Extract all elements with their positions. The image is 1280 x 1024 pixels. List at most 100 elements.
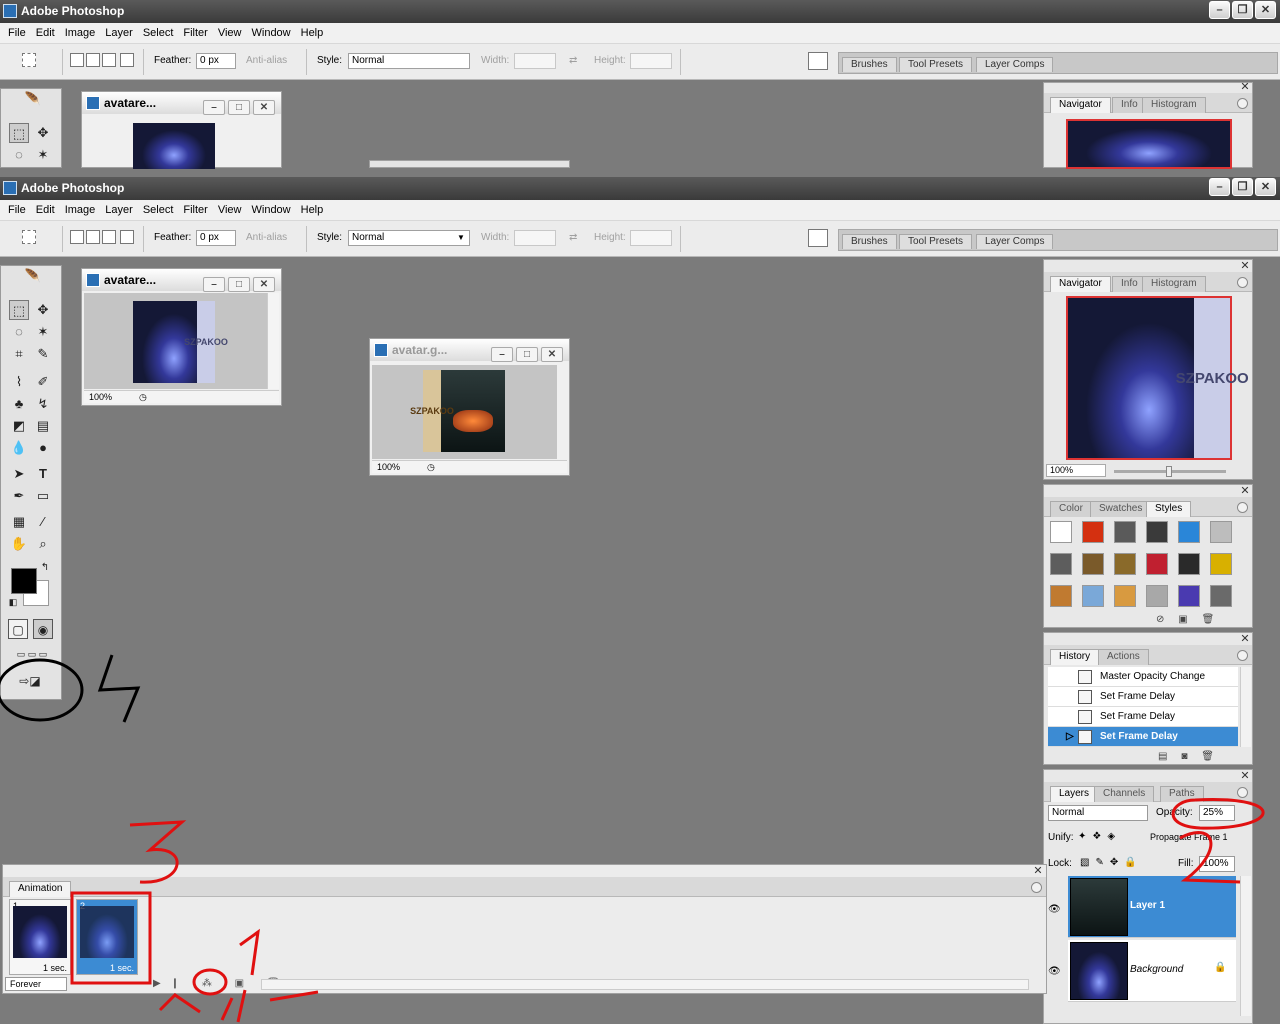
- path-select-icon[interactable]: ➤: [9, 464, 29, 484]
- quickmask-mode-icon[interactable]: ◉: [33, 619, 53, 639]
- shape-tool-icon[interactable]: ▭: [33, 486, 53, 506]
- menu-file[interactable]: File: [8, 23, 26, 44]
- feather-input[interactable]: 0 px: [196, 53, 236, 69]
- style-preset-swatch[interactable]: [1082, 585, 1104, 607]
- move-tool-icon[interactable]: ✥: [33, 300, 53, 320]
- style-preset-swatch[interactable]: [1178, 521, 1200, 543]
- antialias-checkbox[interactable]: Anti-alias: [246, 55, 287, 66]
- well-tab-tool-presets[interactable]: Tool Presets: [899, 234, 973, 249]
- style-preset-swatch[interactable]: [1050, 521, 1072, 543]
- magic-wand-icon[interactable]: ✶: [33, 322, 53, 342]
- menu-help[interactable]: Help: [301, 23, 324, 44]
- panel-menu-icon[interactable]: [1237, 277, 1248, 288]
- crop-tool-icon[interactable]: ⌗: [9, 344, 29, 364]
- animation-frame[interactable]: 1 1 sec.: [9, 899, 71, 975]
- history-brush-icon[interactable]: ↯: [33, 394, 53, 414]
- height-input[interactable]: [630, 53, 672, 69]
- style-preset-swatch[interactable]: [1178, 585, 1200, 607]
- doc1-vertical-scrollbar[interactable]: [267, 293, 279, 389]
- doc1-zoom[interactable]: 100%: [89, 392, 112, 402]
- panel-close-icon[interactable]: ✕: [1033, 866, 1043, 877]
- well-tab-brushes[interactable]: Brushes: [842, 234, 897, 249]
- layer-name[interactable]: Layer 1: [1130, 900, 1165, 911]
- panel-close-icon[interactable]: ✕: [1240, 486, 1250, 497]
- doc2-maximize-button[interactable]: □: [516, 347, 538, 362]
- menu-layer[interactable]: Layer: [105, 200, 133, 221]
- marquee-preset-icon[interactable]: [22, 230, 36, 244]
- doc1-minimize-button[interactable]: –: [203, 277, 225, 292]
- gradient-tool-icon[interactable]: ▤: [33, 416, 53, 436]
- tab-animation[interactable]: Animation: [9, 881, 72, 897]
- zoom-slider-handle[interactable]: [1166, 466, 1172, 477]
- dodge-tool-icon[interactable]: ●: [33, 438, 53, 458]
- minimize-button[interactable]: –: [1209, 1, 1230, 19]
- panel-menu-icon[interactable]: [1031, 882, 1042, 893]
- eye-icon[interactable]: 👁: [1048, 904, 1061, 915]
- doc1-close-button[interactable]: ✕: [253, 277, 275, 292]
- document-window-2[interactable]: avatar.g... – □ ✕ SZPAKOO 100% ◷: [369, 338, 570, 476]
- history-item[interactable]: Master Opacity Change: [1048, 667, 1238, 687]
- default-colors-icon[interactable]: ◧: [7, 596, 19, 608]
- height-input[interactable]: [630, 230, 672, 246]
- doc2-canvas[interactable]: SZPAKOO: [372, 365, 557, 459]
- hand-tool-icon[interactable]: ✋: [9, 534, 29, 554]
- menu-image[interactable]: Image: [65, 23, 96, 44]
- menu-window[interactable]: Window: [252, 200, 291, 221]
- style-preset-swatch[interactable]: [1210, 521, 1232, 543]
- navigator-zoom[interactable]: 100%: [1046, 464, 1106, 477]
- magic-wand-icon[interactable]: ✶: [33, 145, 53, 165]
- pen-tool-icon[interactable]: ✒: [9, 486, 29, 506]
- width-input[interactable]: [514, 230, 556, 246]
- style-preset-swatch[interactable]: [1146, 585, 1168, 607]
- marquee-tool-icon[interactable]: ⬚: [9, 123, 29, 143]
- restore-button[interactable]: ❐: [1232, 1, 1253, 19]
- lock-icons[interactable]: ▧✎✥🔒: [1080, 857, 1143, 868]
- bg-doc-window[interactable]: avatare... – □ ✕: [81, 91, 282, 169]
- history-scrollbar[interactable]: [1240, 667, 1251, 747]
- minimize-button[interactable]: –: [1209, 178, 1230, 196]
- chevron-down-icon[interactable]: ▼: [457, 233, 465, 242]
- menu-filter[interactable]: Filter: [183, 23, 207, 44]
- panel-menu-icon[interactable]: [1237, 502, 1248, 513]
- blur-tool-icon[interactable]: 💧: [9, 438, 29, 458]
- panel-menu-icon[interactable]: [1237, 98, 1248, 109]
- history-item[interactable]: Set Frame Delay: [1048, 687, 1238, 707]
- menu-select[interactable]: Select: [143, 200, 174, 221]
- antialias-checkbox[interactable]: Anti-alias: [246, 232, 287, 243]
- width-input[interactable]: [514, 53, 556, 69]
- history-item[interactable]: Set Frame Delay: [1048, 707, 1238, 727]
- frame-delay[interactable]: 1 sec.: [43, 963, 67, 973]
- bg-tab-navigator[interactable]: Navigator: [1050, 97, 1111, 113]
- standard-mode-icon[interactable]: ▢: [8, 619, 28, 639]
- doc1-maximize-button[interactable]: □: [228, 277, 250, 292]
- menu-edit[interactable]: Edit: [36, 23, 55, 44]
- eyedropper-icon[interactable]: ⁄: [33, 512, 53, 532]
- panel-close-icon[interactable]: ✕: [1240, 82, 1250, 93]
- fill-input[interactable]: 100%: [1199, 856, 1235, 872]
- swap-icon[interactable]: ⇄: [569, 55, 577, 66]
- layer-name[interactable]: Background: [1130, 964, 1183, 975]
- menu-view[interactable]: View: [218, 200, 242, 221]
- blend-mode-select[interactable]: Normal: [1048, 805, 1148, 821]
- unify-icons[interactable]: ✦❖◈: [1078, 831, 1121, 842]
- history-item-current[interactable]: ▷ Set Frame Delay: [1048, 727, 1238, 747]
- menu-help[interactable]: Help: [301, 200, 324, 221]
- new-selection-icon[interactable]: [70, 53, 84, 67]
- marquee-tool-icon[interactable]: ⬚: [9, 300, 29, 320]
- well-tab-tool-presets[interactable]: Tool Presets: [899, 57, 973, 72]
- frame-delay[interactable]: 1 sec.: [110, 963, 134, 973]
- add-selection-icon[interactable]: [86, 53, 100, 67]
- type-tool-icon[interactable]: T: [33, 464, 53, 484]
- doc2-minimize-button[interactable]: –: [491, 347, 513, 362]
- animation-scrollbar[interactable]: [261, 979, 1029, 990]
- menu-image[interactable]: Image: [65, 200, 96, 221]
- intersect-selection-icon[interactable]: [120, 53, 134, 67]
- feather-input[interactable]: 0 px: [196, 230, 236, 246]
- style-preset-swatch[interactable]: [1082, 521, 1104, 543]
- tab-navigator[interactable]: Navigator: [1050, 276, 1111, 292]
- add-selection-icon[interactable]: [86, 230, 100, 244]
- doc-close-button[interactable]: ✕: [253, 100, 275, 115]
- panel-close-icon[interactable]: ✕: [1240, 261, 1250, 272]
- doc1-canvas[interactable]: SZPAKOO: [84, 293, 269, 389]
- opacity-input[interactable]: 25%: [1199, 805, 1235, 821]
